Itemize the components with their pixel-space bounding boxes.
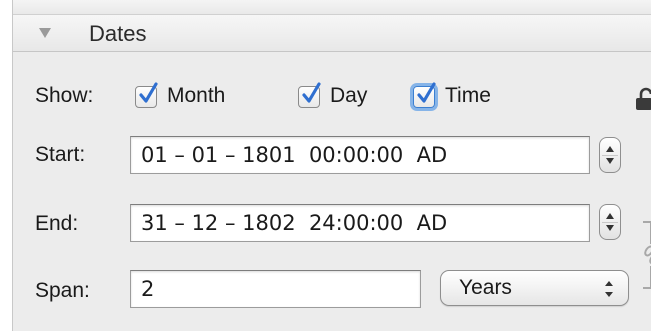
month-label[interactable]: Month [167,84,225,108]
span-label: Span: [35,279,90,302]
start-label: Start: [35,143,86,166]
end-stepper-icon[interactable] [599,204,621,240]
show-label: Show: [35,84,94,107]
end-date-field[interactable]: 31 – 12 – 1802 24:00:00 AD [130,204,590,242]
end-label: End: [35,212,79,235]
day-label[interactable]: Day [330,84,367,108]
span-unit-label: Years [459,276,512,299]
checkmark-icon [302,82,321,103]
checkmark-icon [139,82,158,103]
span-unit-popup[interactable]: Years [440,270,629,306]
start-date-field[interactable]: 01 – 01 – 1801 00:00:00 AD [130,136,590,174]
span-field[interactable]: 2 [130,270,421,308]
checkmark-icon [417,82,436,103]
panel-top-edge [13,0,651,15]
section-title: Dates [89,21,147,46]
time-checkbox[interactable] [413,82,436,108]
chain-link-icon[interactable] [641,214,651,294]
popup-arrows-icon [604,281,614,297]
time-label[interactable]: Time [445,84,491,108]
lock-open-icon[interactable] [635,87,651,111]
month-checkbox[interactable] [135,82,158,108]
start-stepper-icon[interactable] [599,137,621,173]
disclosure-triangle-down-icon[interactable] [39,28,51,38]
day-checkbox[interactable] [298,82,321,108]
dates-panel: Dates Show: Month Day Time Start: 01 – 0… [12,0,651,331]
